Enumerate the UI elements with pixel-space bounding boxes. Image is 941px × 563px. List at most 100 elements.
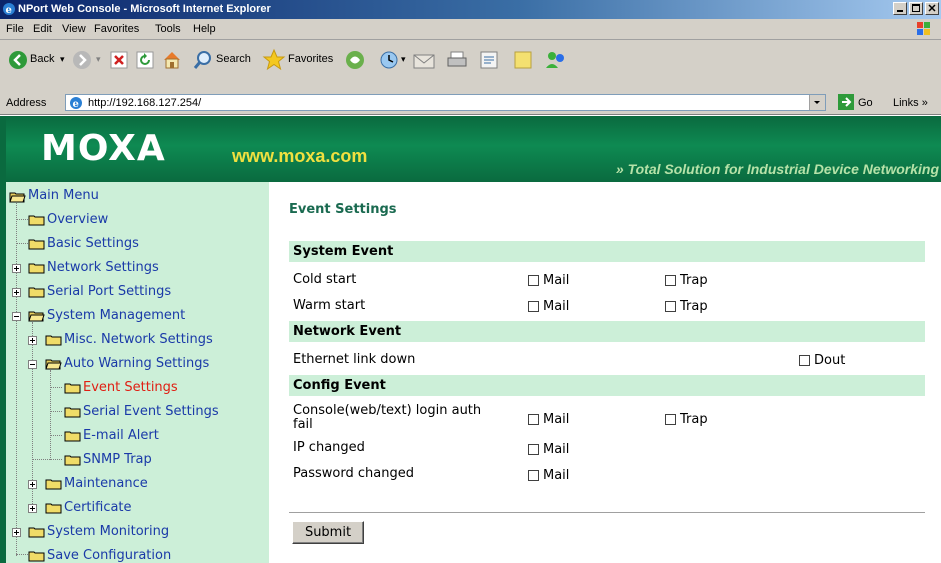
row-label-ip-changed: IP changed — [293, 440, 365, 455]
section-title: Network Event — [293, 324, 402, 339]
section-network-event: Network Event — [289, 321, 925, 342]
discuss-icon[interactable] — [512, 49, 534, 71]
favorites-button-label[interactable]: Favorites — [288, 53, 333, 65]
minimize-button[interactable] — [893, 2, 907, 15]
address-input[interactable]: e http://192.168.127.254/ — [65, 94, 826, 111]
mail-icon[interactable] — [412, 49, 436, 71]
warm-start-mail-checkbox[interactable]: Mail — [528, 299, 569, 314]
address-url: http://192.168.127.254/ — [88, 97, 202, 109]
folder-icon — [28, 239, 45, 250]
sidebar-item-serial-event-settings[interactable]: Serial Event Settings — [83, 404, 219, 419]
menu-file[interactable]: File — [6, 23, 24, 35]
stop-icon[interactable] — [110, 51, 128, 69]
edit-icon[interactable] — [478, 49, 500, 71]
search-button-label[interactable]: Search — [216, 53, 251, 65]
expand-icon[interactable] — [28, 504, 37, 513]
home-icon[interactable] — [161, 49, 183, 71]
submit-button[interactable]: Submit — [292, 521, 364, 544]
sidebar-item-certificate[interactable]: Certificate — [64, 500, 132, 515]
back-button-label[interactable]: Back — [30, 53, 54, 65]
sidebar-item-overview[interactable]: Overview — [47, 212, 108, 227]
go-button[interactable]: Go — [838, 94, 884, 112]
menu-view[interactable]: View — [62, 23, 86, 35]
forward-dropdown-icon[interactable]: ▾ — [96, 54, 101, 65]
folder-icon — [28, 551, 45, 562]
folder-icon — [64, 383, 81, 394]
sidebar-item-system-monitoring[interactable]: System Monitoring — [47, 524, 169, 539]
expand-icon[interactable] — [28, 336, 37, 345]
console-login-trap-checkbox[interactable]: Trap — [665, 412, 708, 427]
collapse-icon[interactable] — [12, 312, 21, 321]
address-label: Address — [6, 97, 47, 109]
open-folder-icon — [45, 359, 62, 370]
sidebar-item-network-settings[interactable]: Network Settings — [47, 260, 159, 275]
search-icon[interactable] — [192, 49, 214, 71]
favorites-star-icon[interactable] — [262, 48, 286, 72]
maximize-button[interactable] — [909, 2, 923, 15]
console-login-mail-checkbox[interactable]: Mail — [528, 412, 569, 427]
sidebar-item-snmp-trap[interactable]: SNMP Trap — [83, 452, 152, 467]
sidebar-item-basic-settings[interactable]: Basic Settings — [47, 236, 139, 251]
sidebar-item-email-alert[interactable]: E-mail Alert — [83, 428, 159, 443]
section-system-event: System Event — [289, 241, 925, 262]
messenger-icon[interactable] — [544, 48, 568, 72]
menu-edit[interactable]: Edit — [33, 23, 52, 35]
expand-icon[interactable] — [12, 528, 21, 537]
print-icon[interactable] — [446, 49, 468, 71]
history-icon[interactable] — [378, 49, 400, 71]
minimize-icon — [897, 10, 903, 12]
menu-favorites[interactable]: Favorites — [94, 23, 139, 35]
double-chevron-icon: » — [615, 161, 628, 177]
address-dropdown-button[interactable] — [809, 95, 825, 110]
sidebar-item-maintenance[interactable]: Maintenance — [64, 476, 148, 491]
sidebar-item-misc-network-settings[interactable]: Misc. Network Settings — [64, 332, 213, 347]
collapse-icon[interactable] — [28, 360, 37, 369]
svg-text:e: e — [6, 5, 12, 16]
expand-icon[interactable] — [28, 480, 37, 489]
sidebar-item-main-menu[interactable]: Main Menu — [28, 188, 99, 203]
section-config-event: Config Event — [289, 375, 925, 396]
expand-icon[interactable] — [12, 288, 21, 297]
ip-changed-mail-checkbox[interactable]: Mail — [528, 442, 569, 457]
moxa-website-link[interactable]: www.moxa.com — [232, 146, 367, 167]
toolbar: Back ▾ ▾ Search Favorites ▾ — [0, 40, 941, 93]
row-label-password-changed: Password changed — [293, 466, 414, 481]
password-changed-mail-checkbox[interactable]: Mail — [528, 468, 569, 483]
cold-start-trap-checkbox[interactable]: Trap — [665, 273, 708, 288]
moxa-logo: MOXA — [41, 128, 166, 169]
history-dropdown-icon[interactable]: ▾ — [401, 54, 406, 65]
row-label-console-login-fail: fail — [293, 417, 313, 432]
sidebar-item-serial-port-settings[interactable]: Serial Port Settings — [47, 284, 171, 299]
folder-icon — [64, 407, 81, 418]
menu-tools[interactable]: Tools — [155, 23, 181, 35]
menu-help[interactable]: Help — [193, 23, 216, 35]
media-icon[interactable] — [344, 49, 366, 71]
row-label-ethernet-link-down: Ethernet link down — [293, 352, 416, 367]
warm-start-trap-checkbox[interactable]: Trap — [665, 299, 708, 314]
folder-icon — [64, 431, 81, 442]
address-bar: Address e http://192.168.127.254/ Go Lin… — [0, 92, 941, 115]
sidebar-item-auto-warning-settings[interactable]: Auto Warning Settings — [64, 356, 209, 371]
close-button[interactable] — [925, 2, 939, 15]
page-title: Event Settings — [289, 202, 397, 217]
links-button[interactable]: Links » — [893, 97, 928, 109]
cold-start-mail-checkbox[interactable]: Mail — [528, 273, 569, 288]
svg-text:e: e — [73, 99, 79, 110]
sidebar-item-system-management[interactable]: System Management — [47, 308, 185, 323]
ethernet-link-down-dout-checkbox[interactable]: Dout — [799, 353, 845, 368]
back-dropdown-icon[interactable]: ▾ — [60, 54, 65, 65]
divider — [289, 512, 925, 513]
tree-line — [50, 370, 51, 460]
folder-icon — [45, 479, 62, 490]
refresh-icon[interactable] — [136, 51, 154, 69]
back-icon[interactable] — [8, 50, 28, 70]
expand-icon[interactable] — [12, 264, 21, 273]
chevron-down-icon — [814, 101, 820, 104]
sidebar-item-save-configuration[interactable]: Save Configuration — [47, 548, 171, 563]
forward-icon[interactable] — [72, 50, 92, 70]
chevron-right-icon: » — [918, 97, 928, 109]
open-folder-icon — [28, 311, 45, 322]
moxa-banner: MOXA www.moxa.com » Total Solution for I… — [6, 116, 941, 182]
sidebar-item-event-settings[interactable]: Event Settings — [83, 380, 178, 395]
folder-icon — [28, 215, 45, 226]
